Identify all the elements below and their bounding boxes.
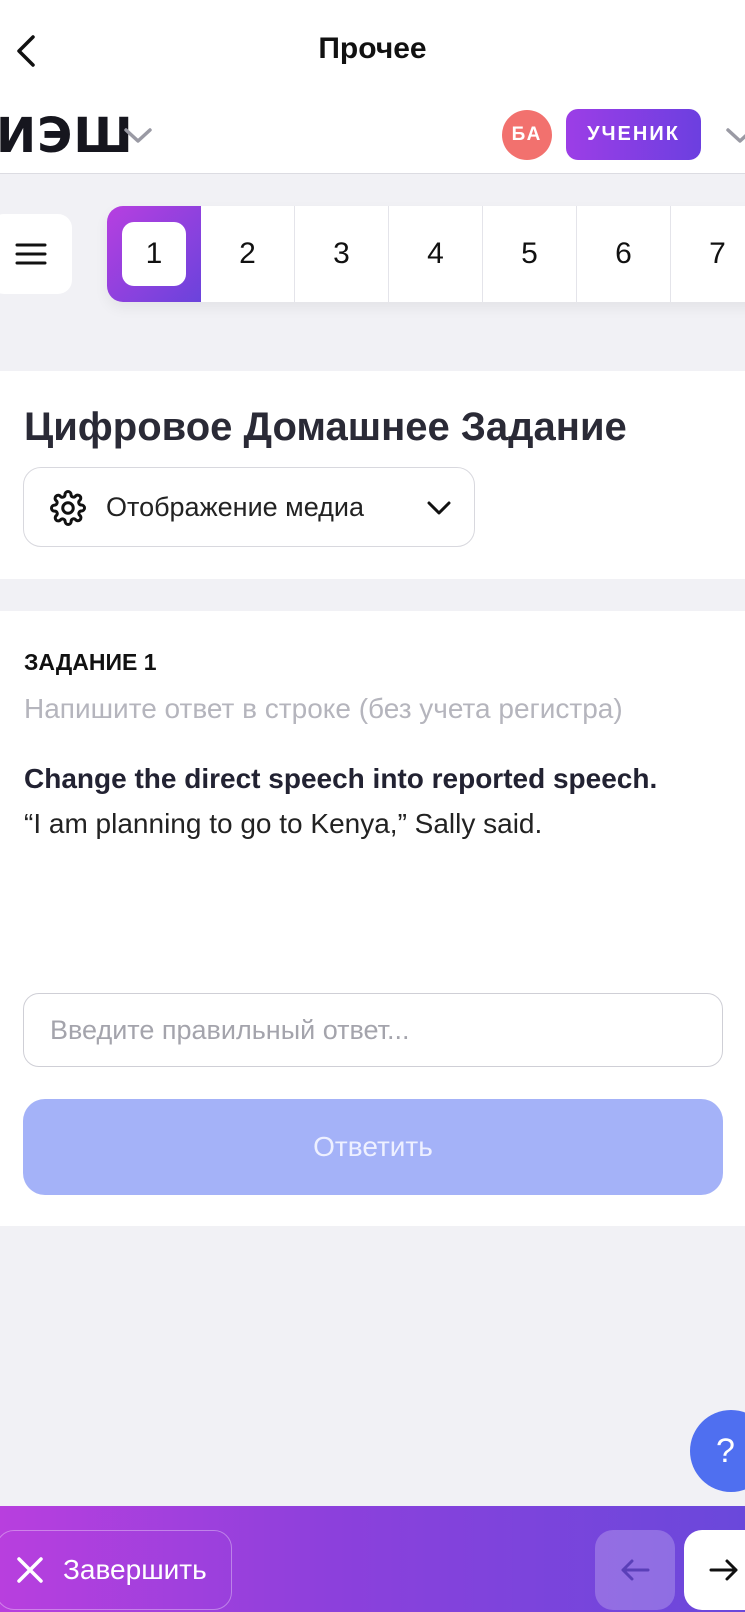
media-select-label: Отображение медиа: [106, 492, 365, 522]
task-card: ЗАДАНИЕ 1 Напишите ответ в строке (без у…: [0, 611, 745, 1226]
chevron-down-icon[interactable]: [724, 124, 745, 148]
hamburger-icon: [15, 243, 47, 265]
task-tab-2[interactable]: 2: [201, 206, 295, 302]
task-menu-button[interactable]: [0, 214, 72, 294]
navbar: Прочее: [0, 0, 745, 102]
answer-input[interactable]: [23, 993, 723, 1067]
task-tab-1[interactable]: 1: [107, 206, 201, 302]
page-title: Цифровое Домашнее Задание: [24, 405, 627, 449]
gear-icon: [50, 490, 86, 526]
app-header: ИЭШ БА УЧЕНИК: [0, 102, 745, 174]
task-tab-5[interactable]: 5: [483, 206, 577, 302]
task-hint: Напишите ответ в строке (без учета регис…: [24, 693, 623, 724]
finish-button[interactable]: Завершить: [0, 1530, 232, 1610]
task-tabs: 1 2 3 4 5 6 7: [107, 206, 745, 302]
nav-title: Прочее: [318, 32, 427, 65]
submit-answer-button[interactable]: Ответить: [23, 1099, 723, 1195]
app-logo: ИЭШ: [0, 108, 134, 164]
close-icon: [17, 1557, 43, 1583]
title-card: Цифровое Домашнее Задание Отображение ме…: [0, 371, 745, 579]
task-sentence: “I am planning to go to Kenya,” Sally sa…: [24, 808, 543, 839]
previous-task-button[interactable]: [595, 1530, 675, 1610]
avatar[interactable]: БА: [502, 110, 552, 160]
task-tab-7[interactable]: 7: [671, 206, 745, 302]
chevron-down-icon: [427, 501, 451, 515]
task-tab-4[interactable]: 4: [389, 206, 483, 302]
help-button[interactable]: ?: [690, 1410, 745, 1492]
chevron-down-icon[interactable]: [122, 124, 154, 148]
task-tab-3[interactable]: 3: [295, 206, 389, 302]
role-badge[interactable]: УЧЕНИК: [566, 109, 701, 160]
arrow-left-icon: [621, 1559, 650, 1581]
finish-label: Завершить: [63, 1554, 207, 1585]
task-tab-6[interactable]: 6: [577, 206, 671, 302]
arrow-right-icon: [709, 1559, 738, 1581]
task-number: ЗАДАНИЕ 1: [24, 649, 157, 675]
next-task-button[interactable]: [684, 1530, 745, 1610]
bottom-bar: Завершить: [0, 1506, 745, 1612]
media-display-select[interactable]: Отображение медиа: [23, 467, 475, 547]
task-instruction: Change the direct speech into reported s…: [24, 763, 658, 794]
